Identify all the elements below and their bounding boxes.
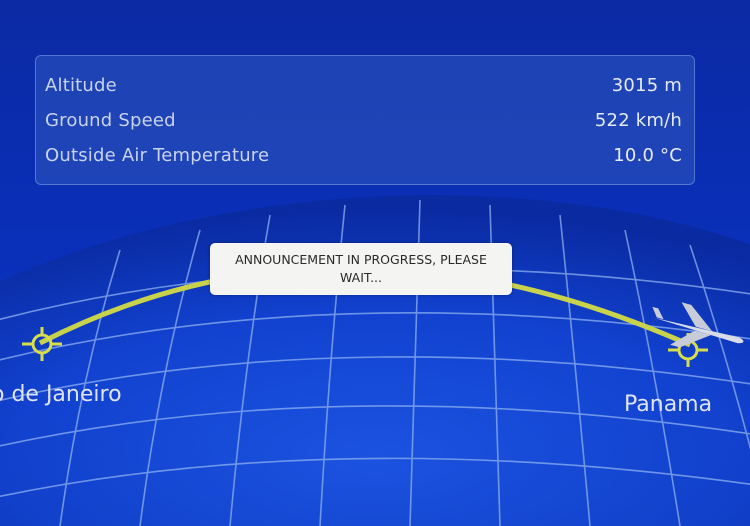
origin-city-label: o de Janeiro — [0, 382, 122, 407]
outside-air-temperature-row: Outside Air Temperature 10.0 °C — [45, 140, 682, 170]
outside-air-temperature-value: 10.0 °C — [613, 144, 682, 166]
altitude-label: Altitude — [45, 74, 117, 96]
ground-speed-value: 522 km/h — [594, 109, 682, 131]
ground-speed-label: Ground Speed — [45, 109, 176, 131]
announcement-text: ANNOUNCEMENT IN PROGRESS, PLEASE WAIT... — [235, 252, 487, 285]
destination-city-label: Panama — [624, 392, 713, 417]
altitude-row: Altitude 3015 m — [45, 70, 682, 100]
ground-speed-row: Ground Speed 522 km/h — [45, 105, 682, 135]
announcement-dialog: ANNOUNCEMENT IN PROGRESS, PLEASE WAIT... — [210, 243, 512, 295]
flight-info-panel: Altitude 3015 m Ground Speed 522 km/h Ou… — [35, 55, 695, 185]
outside-air-temperature-label: Outside Air Temperature — [45, 144, 270, 166]
flight-map-screen: Altitude 3015 m Ground Speed 522 km/h Ou… — [0, 0, 750, 526]
altitude-value: 3015 m — [611, 74, 682, 96]
